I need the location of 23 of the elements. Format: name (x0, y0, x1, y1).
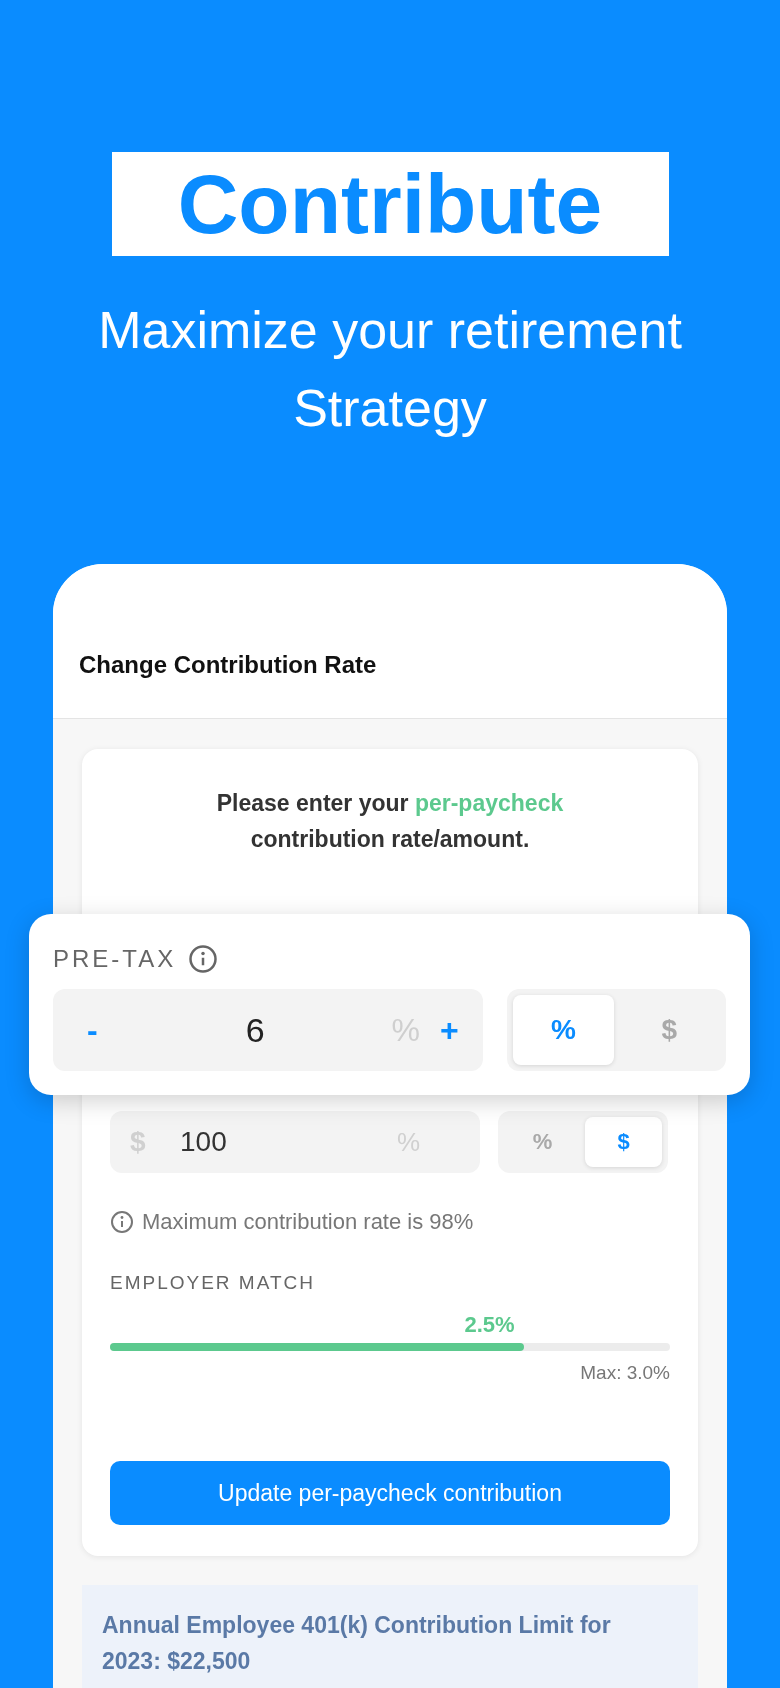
unit-option[interactable]: $ (585, 1117, 662, 1167)
max-match-text: Max: 3.0% (580, 1362, 670, 1383)
amount-field[interactable]: - 6 % + (53, 989, 483, 1071)
decrement-button[interactable]: - (79, 1011, 106, 1049)
instruction-text: Please enter your per-paycheck contribution rate/amount. (215, 789, 565, 854)
amount-value: 6 (245, 1010, 265, 1050)
update-button[interactable]: Update per-paycheck contribution (110, 1461, 670, 1525)
pre-tax-label: PRE-TAX (53, 944, 177, 974)
hero-title: Contribute (111, 152, 669, 256)
unit-option[interactable]: % (504, 1117, 581, 1167)
max-rate-note: Maximum contribution rate is 98% (142, 1209, 474, 1235)
contribution-limit-text: Annual Employee 401(k) Contribution Limit for 2023: $22,500 (82, 1585, 698, 1688)
unit-label: % (391, 1011, 420, 1049)
amount-field[interactable]: $ 100 % (110, 1111, 480, 1173)
match-reading: 2.5% (464, 1312, 515, 1337)
increment-button[interactable]: + (432, 1011, 467, 1049)
screen-title: Change Contribution Rate (79, 650, 378, 680)
info-icon (110, 1210, 134, 1234)
unit-option[interactable]: % (512, 995, 615, 1065)
employer-match-label: EMPLOYER MATCH (110, 1271, 316, 1295)
info-icon (188, 944, 219, 974)
hero-subtitle: Maximize your retirement Strategy (98, 300, 682, 439)
unit-option[interactable]: $ (618, 995, 720, 1065)
